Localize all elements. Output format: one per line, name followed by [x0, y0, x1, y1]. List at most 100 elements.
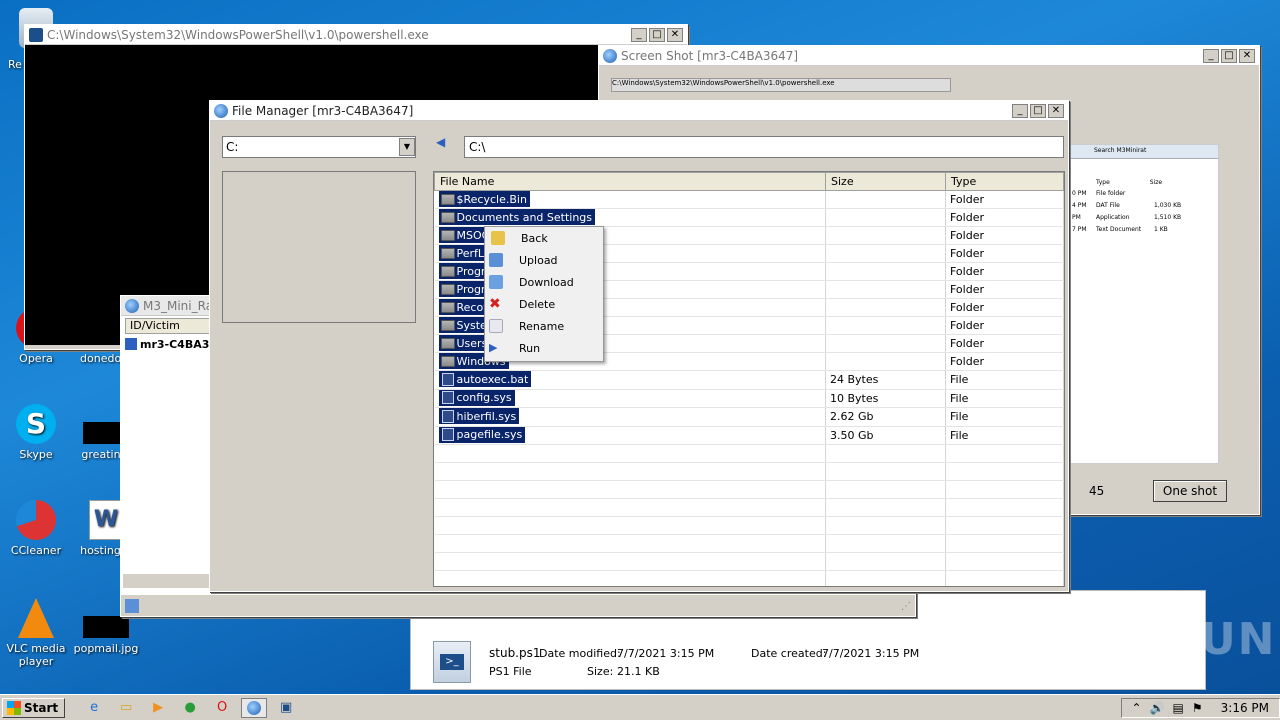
powershell-taskbar-icon[interactable]: ▣ — [273, 698, 299, 718]
media-player-icon[interactable]: ▶ — [145, 698, 171, 718]
date-modified-label: Date modified: — [539, 647, 621, 660]
folder-icon — [440, 211, 455, 223]
victim-row[interactable]: mr3-C4BA3 — [125, 336, 215, 352]
back-arrow-icon[interactable]: ◀ — [436, 135, 445, 149]
path-input[interactable]: C:\ — [464, 136, 1064, 158]
file-type-cell: File — [945, 370, 1064, 390]
explorer-folder-icon[interactable]: ▭ — [113, 698, 139, 718]
volume-icon[interactable]: 🔊 — [1150, 701, 1165, 715]
desktop-icon-label: popmail.jpg — [73, 642, 139, 655]
file-name: PerfL — [456, 246, 485, 260]
file-name-selection: hiberfil.sys — [438, 408, 520, 424]
captured-row-type: DAT File — [1096, 202, 1120, 209]
opera-taskbar-icon[interactable]: O — [209, 698, 235, 718]
one-shot-button[interactable]: One shot — [1153, 480, 1227, 502]
desktop-icon-label: CCleaner — [10, 544, 62, 557]
chrome-icon[interactable]: ● — [177, 698, 203, 718]
file-name-cell[interactable]: hiberfil.sys — [434, 407, 826, 427]
desktop-icon-label: Skype — [19, 448, 53, 461]
file-name-selection: config.sys — [438, 389, 515, 406]
captured-row-time: PM — [1072, 214, 1081, 221]
file-row[interactable]: $Recycle.Bin Folder — [434, 190, 1064, 209]
context-menu[interactable]: Back Upload Download ✖ Delete Rename ▶ R… — [484, 226, 604, 362]
maximize-button[interactable]: □ — [1221, 48, 1237, 63]
file-type-cell: File — [945, 426, 1064, 445]
file-manager-titlebar[interactable]: File Manager [mr3-C4BA3647] _ □ ✕ — [210, 101, 1068, 121]
run-play-icon: ▶ — [489, 341, 498, 354]
horizontal-scrollbar[interactable] — [123, 574, 211, 588]
minimize-button[interactable]: _ — [1203, 48, 1219, 63]
start-button[interactable]: Start — [2, 697, 66, 718]
system-tray: ⌃ 🔊 ▤ ⚑ 3:16 PM — [1120, 697, 1280, 718]
minirat-taskbar-icon[interactable] — [241, 697, 268, 718]
ccleaner-icon[interactable]: CCleaner — [0, 500, 72, 557]
file-name-cell[interactable]: Documents and Settings — [434, 208, 826, 227]
file-row[interactable]: Documents and Settings Folder — [434, 208, 1064, 227]
minimize-button[interactable]: _ — [631, 27, 647, 42]
resize-grip-icon[interactable]: ⋰ — [901, 601, 911, 612]
start-label: Start — [24, 700, 59, 715]
file-name-cell[interactable]: $Recycle.Bin — [434, 190, 826, 209]
file-type-cell: Folder — [945, 190, 1064, 209]
file-icon — [441, 409, 454, 423]
file-type-cell: File — [945, 389, 1064, 408]
screenshot-titlebar[interactable]: Screen Shot [mr3-C4BA3647] _ □ ✕ — [599, 46, 1259, 66]
menu-item-label: Back — [521, 231, 548, 245]
col-header-size[interactable]: Size — [825, 172, 946, 191]
file-row[interactable]: config.sys 10 Bytes File — [434, 389, 1064, 408]
file-name-cell[interactable]: autoexec.bat — [434, 370, 826, 390]
maximize-button[interactable]: □ — [649, 27, 665, 42]
menu-item-upload[interactable]: Upload — [485, 249, 603, 271]
close-button[interactable]: ✕ — [1239, 48, 1255, 63]
close-button[interactable]: ✕ — [1048, 103, 1064, 118]
file-row[interactable]: hiberfil.sys 2.62 Gb File — [434, 407, 1064, 427]
drive-select[interactable]: C: ▼ — [222, 136, 416, 158]
col-header-name[interactable]: File Name — [434, 172, 826, 191]
col-header-type[interactable]: Type — [945, 172, 1064, 191]
captured-search: Search M3Minirat — [1070, 145, 1218, 159]
vlc-icon[interactable]: VLC media player — [0, 598, 72, 668]
captured-row-type: Text Document — [1096, 226, 1142, 233]
windows-logo-icon — [7, 700, 21, 715]
chevron-down-icon[interactable]: ▼ — [399, 138, 415, 156]
menu-item-download[interactable]: Download — [485, 271, 603, 293]
maximize-button[interactable]: □ — [1030, 103, 1046, 118]
menu-item-delete[interactable]: ✖ Delete — [485, 293, 603, 315]
window-title: M3_Mini_Ra — [143, 298, 214, 313]
show-hidden-icon[interactable]: ⌃ — [1132, 701, 1142, 715]
rename-document-icon — [489, 319, 503, 333]
powershell-titlebar[interactable]: C:\Windows\System32\WindowsPowerShell\v1… — [25, 25, 687, 45]
file-name: $Recycle.Bin — [456, 192, 527, 206]
flag-icon[interactable]: ⚑ — [1192, 701, 1203, 715]
file-manager-window[interactable]: File Manager [mr3-C4BA3647] _ □ ✕ C: ▼ ◀… — [209, 100, 1069, 592]
file-type-cell: Folder — [945, 262, 1064, 281]
file-name-selection: PerfL — [438, 245, 488, 262]
empty-row — [434, 480, 1064, 499]
menu-item-rename[interactable]: Rename — [485, 315, 603, 337]
file-name-cell[interactable]: config.sys — [434, 389, 826, 408]
network-icon[interactable]: ▤ — [1173, 701, 1184, 715]
menu-item-back[interactable]: Back — [485, 227, 603, 249]
folder-icon — [440, 355, 455, 367]
skype-icon[interactable]: S Skype — [0, 404, 72, 461]
status-icon[interactable] — [125, 599, 139, 613]
file-row[interactable]: autoexec.bat 24 Bytes File — [434, 370, 1064, 390]
folder-icon — [440, 265, 455, 277]
ie-icon[interactable]: e — [81, 698, 107, 718]
minirat-statusbar: ⋰ — [121, 594, 915, 616]
file-name-selection: Users — [438, 335, 491, 352]
col-id-victim[interactable]: ID/Victim — [125, 318, 215, 334]
taskbar: Start e ▭ ▶ ● O ▣ ⌃ 🔊 ▤ ⚑ 3:16 PM — [0, 694, 1280, 720]
close-button[interactable]: ✕ — [667, 27, 683, 42]
clock[interactable]: 3:16 PM — [1221, 701, 1269, 715]
file-name-selection: autoexec.bat — [438, 371, 532, 387]
counter-value: 45 — [1089, 484, 1105, 498]
file-name-cell[interactable]: pagefile.sys — [434, 426, 826, 445]
ps1-file-icon: >_ — [433, 641, 471, 683]
file-row[interactable]: pagefile.sys 3.50 Gb File — [434, 426, 1064, 445]
back-folder-icon — [491, 231, 505, 245]
captured-ps-titlebar: C:\Windows\System32\WindowsPowerShell\v1… — [611, 78, 951, 92]
minimize-button[interactable]: _ — [1012, 103, 1028, 118]
menu-item-run[interactable]: ▶ Run — [485, 337, 603, 359]
file-size-cell: 3.50 Gb — [825, 426, 946, 445]
